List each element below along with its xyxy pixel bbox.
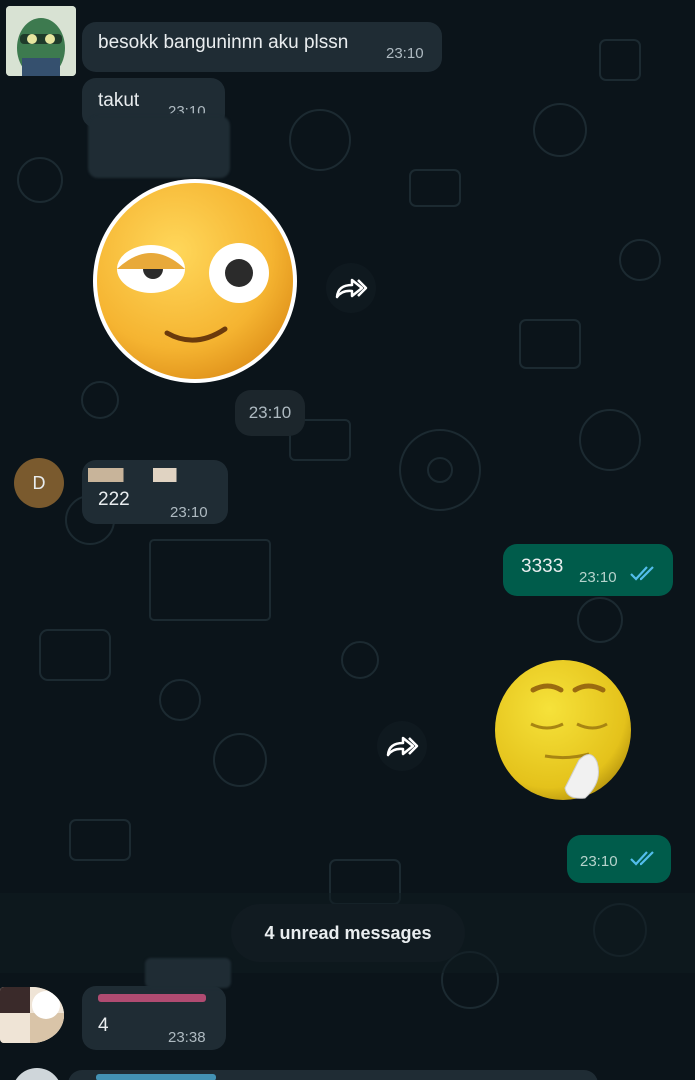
avatar-letter: D (32, 472, 46, 493)
message-text: besokk banguninnn aku plssn (98, 32, 349, 53)
flushed-face-sticker[interactable] (91, 177, 299, 385)
message-time: 23:10 (170, 504, 208, 521)
double-check-icon (630, 566, 654, 581)
message-time: 23:38 (168, 1029, 206, 1046)
message-bubble[interactable]: 23:10 (567, 835, 671, 883)
redacted-area (145, 958, 231, 988)
message-bubble[interactable]: 222 23:10 (82, 460, 228, 524)
message-text: 222 (98, 489, 130, 510)
redacted-sender-name (88, 468, 206, 482)
forward-icon (335, 278, 368, 299)
message-time: 23:10 (386, 45, 424, 62)
double-check-icon (630, 851, 654, 866)
forward-button[interactable] (326, 263, 376, 313)
message-time: 23:10 (580, 853, 618, 870)
redacted-sender-name (96, 1074, 216, 1080)
message-text: 4 (98, 1015, 109, 1036)
sender-avatar[interactable] (0, 987, 64, 1043)
message-bubble[interactable]: besokk banguninnn aku plssn 23:10 (82, 22, 442, 72)
message-bubble[interactable]: 3333 23:10 (503, 544, 673, 596)
avatar-d[interactable]: D (14, 458, 64, 508)
forward-icon (386, 736, 419, 757)
forward-button[interactable] (377, 721, 427, 771)
message-text: takut (98, 90, 140, 111)
redacted-area (88, 116, 230, 178)
message-text: 3333 (521, 556, 564, 577)
message-time: 23:10 (235, 390, 305, 436)
praying-face-sticker[interactable] (493, 660, 633, 805)
message-bubble[interactable]: 4 23:38 (82, 986, 226, 1050)
unread-messages-label: 4 unread messages (231, 904, 465, 962)
redacted-sender-name (98, 994, 206, 1002)
sender-avatar[interactable] (6, 6, 76, 76)
message-time: 23:10 (579, 569, 617, 586)
message-bubble[interactable] (68, 1070, 598, 1080)
